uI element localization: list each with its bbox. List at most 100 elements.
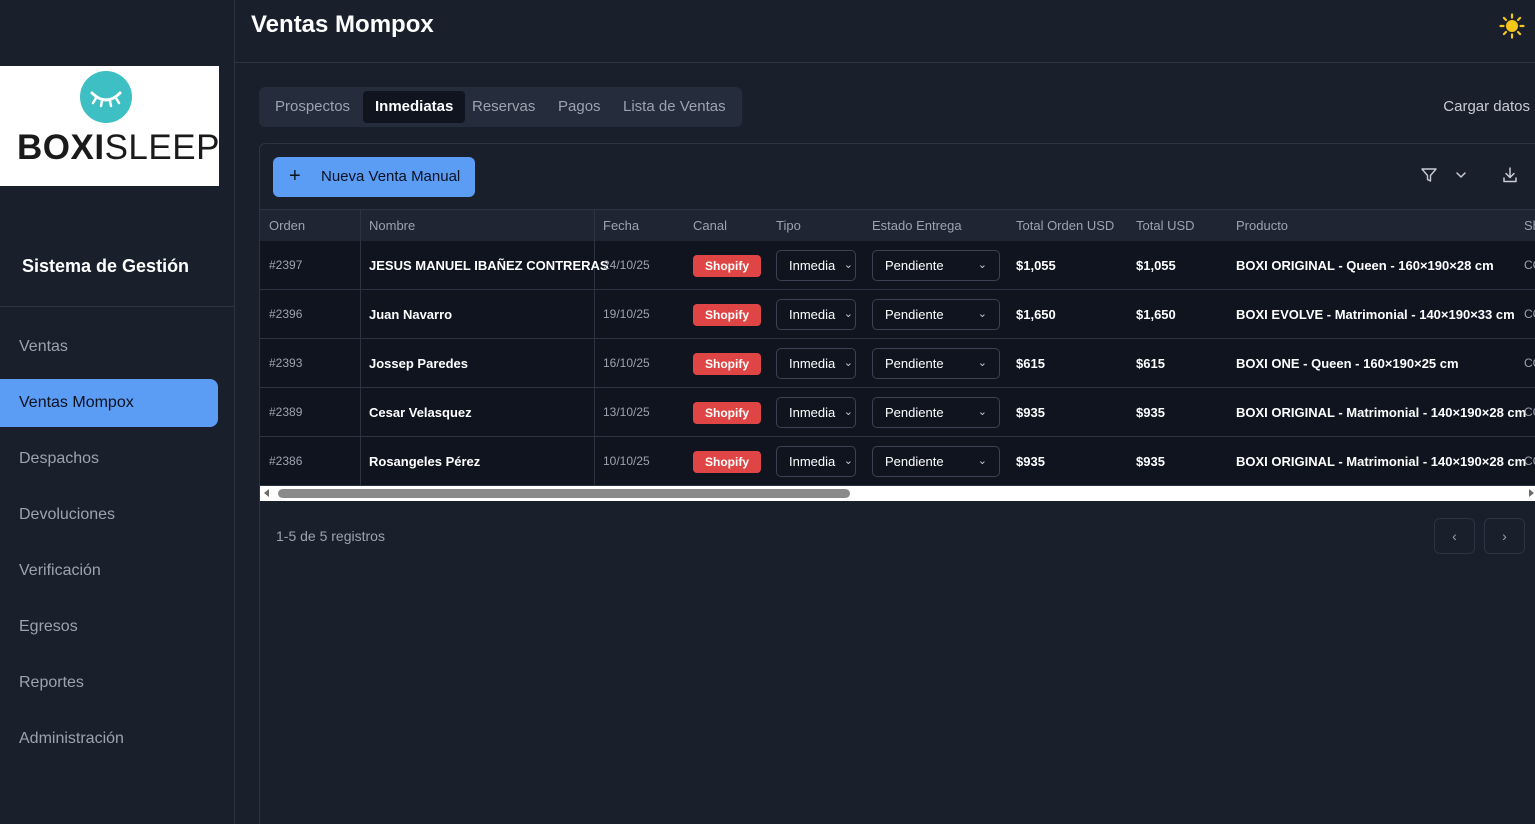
sidebar-item-reportes[interactable]: Reportes bbox=[0, 659, 218, 707]
scroll-left-arrow-icon[interactable] bbox=[264, 489, 269, 497]
col-fecha[interactable]: Fecha bbox=[603, 210, 639, 242]
extra-cell: CC bbox=[1524, 405, 1535, 419]
table-row[interactable]: #2389 Cesar Velasquez 13/10/25 Shopify I… bbox=[260, 388, 1535, 437]
col-producto[interactable]: Producto bbox=[1236, 210, 1288, 242]
estado-value: Pendiente bbox=[885, 258, 944, 273]
estado-entrega-select[interactable]: Pendiente ⌄ bbox=[872, 348, 1000, 379]
tipo-value: Inmedia bbox=[789, 454, 836, 469]
tipo-select[interactable]: Inmedia ⌄ bbox=[776, 397, 856, 428]
sidebar-item-administracion[interactable]: Administración bbox=[0, 715, 218, 763]
channel-badge: Shopify bbox=[693, 353, 761, 375]
total-orden-usd: $1,650 bbox=[1016, 307, 1056, 322]
estado-value: Pendiente bbox=[885, 307, 944, 322]
chevron-down-icon: ⌄ bbox=[977, 455, 987, 467]
horizontal-scrollbar[interactable] bbox=[260, 486, 1535, 501]
order-date: 10/10/25 bbox=[603, 454, 650, 468]
sidebar-item-egresos[interactable]: Egresos bbox=[0, 603, 218, 651]
download-icon[interactable] bbox=[1501, 166, 1519, 184]
estado-entrega-select[interactable]: Pendiente ⌄ bbox=[872, 397, 1000, 428]
sidebar: BOXISLEEP Sistema de Gestión Ventas Vent… bbox=[0, 0, 235, 824]
load-data-button[interactable]: Cargar datos bbox=[1443, 98, 1530, 115]
scrollbar-thumb[interactable] bbox=[278, 489, 850, 498]
channel-badge: Shopify bbox=[693, 304, 761, 326]
column-divider bbox=[360, 339, 361, 388]
sidebar-item-ventas[interactable]: Ventas bbox=[0, 323, 218, 371]
estado-entrega-select[interactable]: Pendiente ⌄ bbox=[872, 250, 1000, 281]
tab-bar: Prospectos Inmediatas Reservas Pagos Lis… bbox=[259, 87, 742, 127]
filter-icon[interactable] bbox=[1420, 166, 1438, 184]
tab-lista-de-ventas[interactable]: Lista de Ventas bbox=[611, 91, 738, 123]
table-row[interactable]: #2386 Rosangeles Pérez 10/10/25 Shopify … bbox=[260, 437, 1535, 486]
total-usd: $1,055 bbox=[1136, 258, 1176, 273]
col-total-orden-usd[interactable]: Total Orden USD bbox=[1016, 210, 1114, 242]
boxisleep-logo[interactable]: BOXISLEEP bbox=[0, 66, 219, 186]
tab-pagos[interactable]: Pagos bbox=[546, 91, 613, 123]
col-total-usd[interactable]: Total USD bbox=[1136, 210, 1195, 242]
scroll-right-arrow-icon[interactable] bbox=[1529, 489, 1534, 497]
column-divider bbox=[360, 210, 361, 242]
extra-cell: CC bbox=[1524, 454, 1535, 468]
column-divider bbox=[360, 388, 361, 437]
total-usd: $615 bbox=[1136, 356, 1165, 371]
tipo-select[interactable]: Inmedia ⌄ bbox=[776, 250, 856, 281]
tipo-value: Inmedia bbox=[789, 258, 836, 273]
col-nombre[interactable]: Nombre bbox=[369, 210, 415, 242]
order-number: #2393 bbox=[269, 356, 303, 370]
estado-entrega-select[interactable]: Pendiente ⌄ bbox=[872, 299, 1000, 330]
chevron-down-icon[interactable] bbox=[1453, 166, 1469, 184]
chevron-down-icon: ⌄ bbox=[841, 251, 853, 280]
order-number: #2397 bbox=[269, 258, 303, 272]
tipo-value: Inmedia bbox=[789, 405, 836, 420]
order-date: 13/10/25 bbox=[603, 405, 650, 419]
table-row[interactable]: #2396 Juan Navarro 19/10/25 Shopify Inme… bbox=[260, 290, 1535, 339]
estado-value: Pendiente bbox=[885, 356, 944, 371]
sales-table: Orden Nombre Fecha Canal Tipo Estado Ent… bbox=[260, 209, 1535, 501]
table-row[interactable]: #2393 Jossep Paredes 16/10/25 Shopify In… bbox=[260, 339, 1535, 388]
sleeping-eye-logo-icon bbox=[80, 71, 132, 123]
customer-name: Cesar Velasquez bbox=[369, 405, 472, 420]
estado-value: Pendiente bbox=[885, 454, 944, 469]
sidebar-divider bbox=[0, 306, 234, 307]
tipo-select[interactable]: Inmedia ⌄ bbox=[776, 299, 856, 330]
col-estado-entrega[interactable]: Estado Entrega bbox=[872, 210, 962, 242]
new-manual-sale-label: Nueva Venta Manual bbox=[321, 168, 461, 185]
plus-icon: + bbox=[289, 165, 301, 187]
tipo-select[interactable]: Inmedia ⌄ bbox=[776, 348, 856, 379]
total-usd: $935 bbox=[1136, 454, 1165, 469]
sidebar-item-ventas-mompox[interactable]: Ventas Mompox bbox=[0, 379, 218, 427]
prev-page-button[interactable]: ‹ bbox=[1434, 518, 1475, 554]
col-canal[interactable]: Canal bbox=[693, 210, 727, 242]
system-title: Sistema de Gestión bbox=[22, 256, 190, 276]
product-name: BOXI ORIGINAL - Matrimonial - 140×190×28… bbox=[1236, 405, 1527, 420]
tab-inmediatas[interactable]: Inmediatas bbox=[363, 91, 466, 123]
column-divider bbox=[360, 437, 361, 486]
sidebar-item-despachos[interactable]: Despachos bbox=[0, 435, 218, 483]
col-sh[interactable]: Sh bbox=[1524, 210, 1535, 242]
tab-reservas[interactable]: Reservas bbox=[460, 91, 547, 123]
estado-entrega-select[interactable]: Pendiente ⌄ bbox=[872, 446, 1000, 477]
column-divider bbox=[360, 241, 361, 290]
chevron-down-icon: ⌄ bbox=[841, 300, 853, 329]
new-manual-sale-button[interactable]: + Nueva Venta Manual bbox=[273, 157, 475, 197]
customer-name: Juan Navarro bbox=[369, 307, 453, 322]
page-header: Ventas Mompox bbox=[235, 0, 1535, 63]
order-date: 19/10/25 bbox=[603, 307, 650, 321]
customer-name: JESUS MANUEL IBAÑEZ CONTRERAS bbox=[369, 258, 609, 273]
tipo-select[interactable]: Inmedia ⌄ bbox=[776, 446, 856, 477]
product-name: BOXI ORIGINAL - Queen - 160×190×28 cm bbox=[1236, 258, 1494, 273]
tipo-value: Inmedia bbox=[789, 356, 836, 371]
chevron-down-icon: ⌄ bbox=[841, 398, 853, 427]
sidebar-item-devoluciones[interactable]: Devoluciones bbox=[0, 491, 218, 539]
tab-prospectos[interactable]: Prospectos bbox=[263, 91, 362, 123]
col-tipo[interactable]: Tipo bbox=[776, 210, 801, 242]
table-row[interactable]: #2397 JESUS MANUEL IBAÑEZ CONTRERAS 24/1… bbox=[260, 241, 1535, 290]
product-name: BOXI EVOLVE - Matrimonial - 140×190×33 c… bbox=[1236, 307, 1515, 322]
chevron-down-icon: ⌄ bbox=[977, 357, 987, 369]
col-orden[interactable]: Orden bbox=[269, 210, 305, 242]
sun-icon[interactable] bbox=[1499, 13, 1525, 39]
chevron-down-icon: ⌄ bbox=[841, 349, 853, 378]
customer-name: Rosangeles Pérez bbox=[369, 454, 481, 469]
sidebar-item-verificacion[interactable]: Verificación bbox=[0, 547, 218, 595]
estado-value: Pendiente bbox=[885, 405, 944, 420]
next-page-button[interactable]: › bbox=[1484, 518, 1525, 554]
